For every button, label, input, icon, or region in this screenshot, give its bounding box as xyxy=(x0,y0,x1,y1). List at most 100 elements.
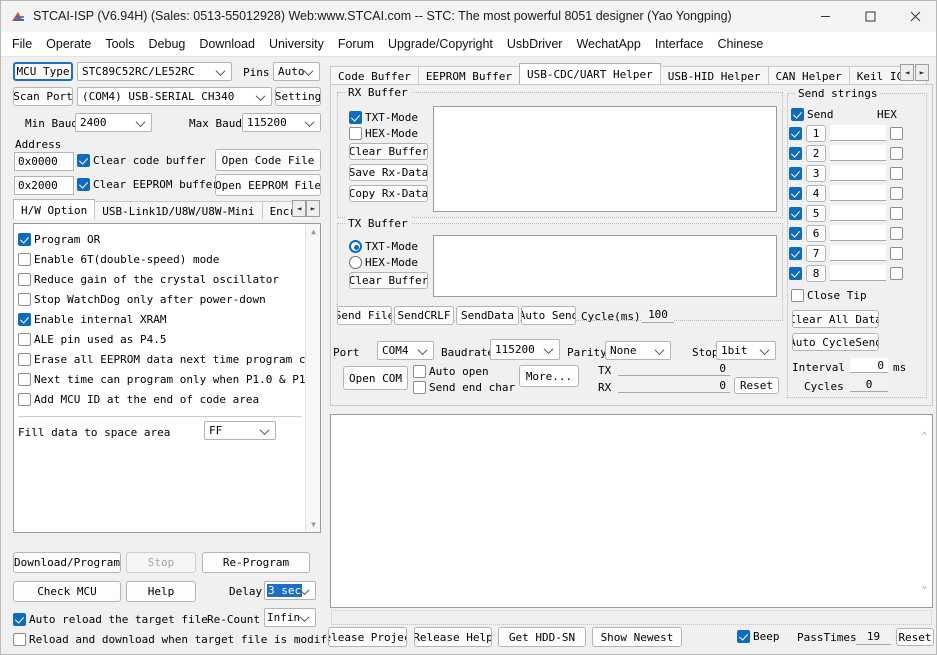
scan-port-button[interactable]: Scan Port xyxy=(13,87,73,106)
download-program-button[interactable]: Download/Program xyxy=(13,552,121,573)
rx-hex-mode-checkbox[interactable]: HEX-Mode xyxy=(349,127,418,140)
checkbox-icon[interactable] xyxy=(890,226,903,240)
send-file-button[interactable]: Send File xyxy=(337,306,392,325)
auto-cycle-send-button[interactable]: Auto CycleSend xyxy=(792,333,879,351)
tx-hex-mode-radio[interactable]: HEX-Mode xyxy=(349,256,418,269)
tab-eeprom-buffer[interactable]: EEPROM Buffer xyxy=(417,66,520,84)
checkbox-icon[interactable] xyxy=(890,206,903,220)
send-slot-button[interactable]: 4 xyxy=(806,184,826,202)
send-slot-button[interactable]: 1 xyxy=(806,124,826,142)
send-slot-button[interactable]: 7 xyxy=(806,244,826,262)
option-row[interactable]: Stop WatchDog only after power-down xyxy=(18,289,306,309)
get-hdd-sn-button[interactable]: Get HDD-SN xyxy=(498,627,586,647)
help-button[interactable]: Help xyxy=(126,581,196,602)
passtimes-reset-button[interactable]: Reset xyxy=(896,628,934,646)
send-string-input[interactable] xyxy=(830,185,886,201)
rx-clear-buffer-button[interactable]: Clear Buffer xyxy=(349,143,428,160)
menu-debug[interactable]: Debug xyxy=(142,35,193,53)
clear-all-data-button[interactable]: Clear All Data xyxy=(792,310,879,328)
reload-modified-checkbox[interactable]: Reload and download when target file is … xyxy=(13,633,347,646)
checkbox-icon[interactable] xyxy=(789,146,802,160)
checkbox-icon[interactable] xyxy=(789,226,802,240)
send-slot-button[interactable]: 3 xyxy=(806,164,826,182)
menu-operate[interactable]: Operate xyxy=(39,35,98,53)
send-string-input[interactable] xyxy=(830,265,886,281)
rx-buffer-textarea[interactable] xyxy=(433,106,777,212)
send-crlf-button[interactable]: SendCRLF xyxy=(394,306,454,325)
option-list-scrollbar[interactable]: ▲ ▼ xyxy=(305,224,320,532)
option-row[interactable]: Add MCU ID at the end of code area xyxy=(18,389,306,409)
send-data-button[interactable]: SendData xyxy=(456,306,519,325)
maximize-button[interactable] xyxy=(848,1,893,32)
release-help-button[interactable]: Release Help xyxy=(414,627,492,647)
port-select[interactable]: (COM4) USB-SERIAL CH340 xyxy=(77,87,272,106)
option-row[interactable]: Next time can program only when P1.0 & P… xyxy=(18,369,306,389)
checkbox-icon[interactable] xyxy=(789,126,802,140)
option-row[interactable]: Reduce gain of the crystal oscillator xyxy=(18,269,306,289)
mcu-type-select[interactable]: STC89C52RC/LE52RC xyxy=(77,62,232,81)
eeprom-address-input[interactable]: 0x2000 xyxy=(14,176,74,195)
checkbox-icon[interactable] xyxy=(890,246,903,260)
checkbox-icon[interactable] xyxy=(789,246,802,260)
tab-hw-option[interactable]: H/W Option xyxy=(13,199,96,219)
re-program-button[interactable]: Re-Program xyxy=(202,552,310,573)
delay-select[interactable]: 3 sec xyxy=(264,581,316,600)
scroll-up-icon[interactable]: ⌃ xyxy=(917,429,932,444)
menu-forum[interactable]: Forum xyxy=(331,35,381,53)
send-string-input[interactable] xyxy=(830,125,886,141)
serial-port-select[interactable]: COM4 xyxy=(377,341,434,360)
min-baud-select[interactable]: 2400 xyxy=(75,113,152,132)
check-mcu-button[interactable]: Check MCU xyxy=(13,581,121,602)
send-string-input[interactable] xyxy=(830,225,886,241)
menu-upgrade-copyright[interactable]: Upgrade/Copyright xyxy=(381,35,500,53)
more-button[interactable]: More... xyxy=(519,365,579,387)
checkbox-icon[interactable] xyxy=(890,166,903,180)
checkbox-icon[interactable] xyxy=(789,166,802,180)
option-row[interactable]: Enable internal XRAM xyxy=(18,309,306,329)
save-rx-data-button[interactable]: Save Rx-Data xyxy=(349,164,428,181)
tab-code-buffer[interactable]: Code Buffer xyxy=(330,66,419,84)
menu-university[interactable]: University xyxy=(262,35,331,53)
mcu-type-button[interactable]: MCU Type xyxy=(13,62,73,81)
counter-reset-button[interactable]: Reset xyxy=(734,377,779,394)
clear-code-buffer-checkbox[interactable]: Clear code buffer xyxy=(77,154,206,167)
open-com-button[interactable]: Open COM xyxy=(343,366,408,390)
tx-buffer-textarea[interactable] xyxy=(433,235,777,297)
send-slot-button[interactable]: 6 xyxy=(806,224,826,242)
auto-reload-checkbox[interactable]: Auto reload the target file xyxy=(13,613,208,626)
pins-select[interactable]: Auto xyxy=(273,62,320,81)
checkbox-icon[interactable] xyxy=(890,146,903,160)
tab-can-helper[interactable]: CAN Helper xyxy=(767,66,850,84)
menu-usbdriver[interactable]: UsbDriver xyxy=(500,35,570,53)
stop-bits-select[interactable]: 1bit xyxy=(716,341,776,360)
interval-input[interactable]: 0 xyxy=(850,358,888,373)
release-project-button[interactable]: Release Project xyxy=(328,627,407,647)
menu-file[interactable]: File xyxy=(5,35,39,53)
send-string-input[interactable] xyxy=(830,145,886,161)
send-end-char-checkbox[interactable]: Send end char xyxy=(413,381,515,394)
auto-open-checkbox[interactable]: Auto open xyxy=(413,365,489,378)
recount-select[interactable]: Infin xyxy=(264,608,316,627)
checkbox-icon[interactable] xyxy=(789,186,802,200)
menu-wechatapp[interactable]: WechatApp xyxy=(569,35,647,53)
show-newest-button[interactable]: Show Newest xyxy=(592,627,682,647)
tx-clear-buffer-button[interactable]: Clear Buffer xyxy=(349,272,428,289)
tab-usb-link1d[interactable]: USB-Link1D/U8W/U8W-Mini xyxy=(94,201,263,219)
menu-interface[interactable]: Interface xyxy=(648,35,711,53)
open-code-file-button[interactable]: Open Code File xyxy=(215,149,321,171)
left-tab-scroll-left-button[interactable]: ◄ xyxy=(292,200,306,217)
send-slot-button[interactable]: 5 xyxy=(806,204,826,222)
left-tab-scroll-right-button[interactable]: ► xyxy=(306,200,320,217)
code-address-input[interactable]: 0x0000 xyxy=(14,152,74,171)
option-row[interactable]: ALE pin used as P4.5 xyxy=(18,329,306,349)
close-tip-checkbox[interactable]: Close Tip xyxy=(791,289,867,302)
checkbox-icon[interactable] xyxy=(890,186,903,200)
right-tab-scroll-right-button[interactable]: ► xyxy=(915,64,929,81)
option-row[interactable]: Enable 6T(double-speed) mode xyxy=(18,249,306,269)
send-all-checkbox[interactable]: Send xyxy=(791,108,834,121)
send-slot-button[interactable]: 2 xyxy=(806,144,826,162)
scroll-down-icon[interactable]: ▼ xyxy=(306,517,321,532)
checkbox-icon[interactable] xyxy=(890,126,903,140)
option-row[interactable]: Erase all EEPROM data next time program … xyxy=(18,349,306,369)
fill-data-select[interactable]: FF xyxy=(204,421,276,440)
